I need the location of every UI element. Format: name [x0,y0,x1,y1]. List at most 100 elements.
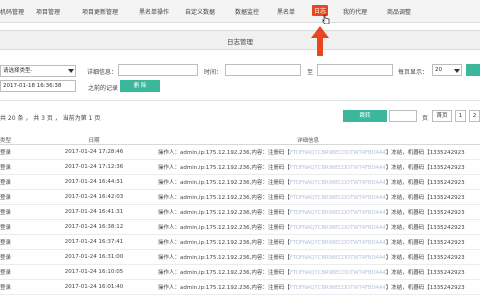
table-row[interactable]: 登录 2017-01-24 16:31:00 操作人：admin,ip:175.12… [0,249,480,265]
nav-item-machine-code[interactable]: 机码管理 [0,7,24,16]
nav-item-goods[interactable]: 商品调整 [387,7,411,16]
row-detail-blurred-code: FTDFNAQ7CBR98ECDDTWT4FBD4A4 [289,240,386,246]
row-detail: 操作人：admin,ip:175.12.192.236,内容：注册码【FTDFN… [136,174,480,190]
nav-item-blacklist-op[interactable]: 黑名单操作 [139,7,169,16]
row-detail-blurred-code: FTDFNAQ7CBR98ECDDTWT4FBD4A4 [289,210,386,216]
per-page-value: 20 [435,67,442,73]
col-header-type: 类型 [0,135,52,145]
page-1-button[interactable]: 1 [455,110,466,122]
row-detail-tail: 】冻结，机器码【1335242923 [385,270,465,276]
row-date: 2017-01-24 16:38:12 [52,219,136,235]
row-detail: 操作人：admin,ip:175.12.192.236,内容：注册码【FTDFN… [136,219,480,235]
table-row[interactable]: 登录 2017-01-24 17:12:36 操作人：admin,ip:175.12… [0,159,480,175]
table-header-row: 类型 日期 详细信息 [0,135,480,145]
row-type: 登录 [0,144,52,160]
time-end-input[interactable] [317,64,393,76]
row-detail-tail: 】冻结，机器码【1335242923 [385,210,465,216]
row-detail: 操作人：admin,ip:175.12.192.236,内容：注册码【FTDFN… [136,249,480,265]
row-detail: 操作人：admin,ip:175.12.192.236,内容：注册码【FTDFN… [136,234,480,250]
row-detail-blurred-code: FTDFNAQ7CBR98ECDDTWT4FBD4A4 [289,225,386,231]
nav-item-project[interactable]: 项目管理 [36,7,60,16]
row-detail-text: 操作人：admin,ip:175.12.192.236,内容：注册码【 [158,240,290,246]
row-detail-text: 操作人：admin,ip:175.12.192.236,内容：注册码【 [158,225,290,231]
row-type: 登录 [0,279,52,295]
nav-item-monitor[interactable]: 数据监控 [235,7,259,16]
row-detail: 操作人：admin,ip:175.12.192.236,内容：注册码【FTDFN… [136,204,480,220]
col-header-detail: 详细信息 [136,135,480,145]
row-type: 登录 [0,249,52,265]
before-records-label: 之前的记录 [88,85,119,92]
row-detail: 操作人：admin,ip:175.12.192.236,内容：注册码【FTDFN… [136,189,480,205]
table-row[interactable]: 登录 2017-01-24 16:38:12 操作人：admin,ip:175.12… [0,219,480,235]
type-select-value: 请选择类型- [3,68,33,74]
row-type: 登录 [0,219,52,235]
row-date: 2017-01-24 16:37:41 [52,234,136,250]
table-row[interactable]: 登录 2017-01-24 16:10:05 操作人：admin,ip:175.12… [0,264,480,280]
row-detail-blurred-code: FTDFNAQ7CBR98ECDDTWT4FBD4A4 [289,255,386,261]
row-date: 2017-01-24 16:10:05 [52,264,136,280]
row-type: 登录 [0,174,52,190]
row-date: 2017-01-24 16:41:31 [52,204,136,220]
row-type: 登录 [0,204,52,220]
page-jump-input[interactable] [389,110,417,122]
row-detail-tail: 】冻结，机器码【1335242923 [385,255,465,261]
nav-item-project-update[interactable]: 项目更新管理 [82,7,118,16]
detail-input[interactable] [118,64,198,76]
row-detail-tail: 】冻结，机器码【1335242923 [385,165,465,171]
nav-item-blacklist[interactable]: 黑名单 [277,7,295,16]
nav-item-my-agent[interactable]: 我的代理 [343,7,367,16]
table-row[interactable]: 登录 2017-01-24 16:44:31 操作人：admin,ip:175.12… [0,174,480,190]
detail-label: 详细信息： [87,69,118,76]
page-header: 日志管理 [0,30,480,50]
row-detail-blurred-code: FTDFNAQ7CBR98ECDDTWT4FBD4A4 [289,285,386,291]
time-label: 时间： [204,69,223,76]
row-detail-text: 操作人：admin,ip:175.12.192.236,内容：注册码【 [158,210,290,216]
row-detail: 操作人：admin,ip:175.12.192.236,内容：注册码【FTDFN… [136,159,480,175]
row-detail: 操作人：admin,ip:175.12.192.236,内容：注册码【FTDFN… [136,264,480,280]
row-detail-text: 操作人：admin,ip:175.12.192.236,内容：注册码【 [158,270,290,276]
date-value: 2017-01-18 16:36:38 [3,83,62,89]
row-type: 登录 [0,234,52,250]
table-row[interactable]: 登录 2017-01-24 16:41:31 操作人：admin,ip:175.12… [0,204,480,220]
row-detail-text: 操作人：admin,ip:175.12.192.236,内容：注册码【 [158,255,290,261]
nav-item-custom-data[interactable]: 自定义数据 [185,7,215,16]
range-separator: 至 [307,69,314,76]
table-row[interactable]: 登录 2017-01-24 17:28:46 操作人：admin,ip:175.12… [0,144,480,160]
page-2-button[interactable]: 2 [469,110,480,122]
row-detail-text: 操作人：admin,ip:175.12.192.236,内容：注册码【 [158,180,290,186]
row-detail: 操作人：admin,ip:175.12.192.236,内容：注册码【FTDFN… [136,279,480,295]
divider [0,100,480,101]
row-detail-tail: 】冻结，机器码【1335242923 [385,150,465,156]
row-detail-tail: 】冻结，机器码【1335242923 [385,195,465,201]
row-date: 2017-01-24 17:28:46 [52,144,136,160]
row-detail-blurred-code: FTDFNAQ7CBR98ECDDTWT4FBD4A4 [289,150,386,156]
row-detail-tail: 】冻结，机器码【1335242923 [385,180,465,186]
first-page-button[interactable]: 首页 [432,110,452,122]
table-body: 登录 2017-01-24 17:28:46 操作人：admin,ip:175.12… [0,144,480,295]
time-start-input[interactable] [225,64,301,76]
row-detail: 操作人：admin,ip:175.12.192.236,内容：注册码【FTDFN… [136,144,480,160]
table-row[interactable]: 登录 2017-01-24 16:42:03 操作人：admin,ip:175.12… [0,189,480,205]
row-detail-tail: 】冻结，机器码【1335242923 [385,225,465,231]
row-type: 登录 [0,264,52,280]
search-button[interactable] [466,64,480,76]
row-detail-tail: 】冻结，机器码【1335242923 [385,240,465,246]
row-type: 登录 [0,189,52,205]
date-input[interactable]: 2017-01-18 16:36:38 [0,80,76,92]
hand-pointer-icon [322,14,330,24]
row-detail-text: 操作人：admin,ip:175.12.192.236,内容：注册码【 [158,195,290,201]
table-row[interactable]: 登录 2017-01-24 16:37:41 操作人：admin,ip:175.12… [0,234,480,250]
table-row[interactable]: 登录 2017-01-24 16:01:40 操作人：admin,ip:175.12… [0,279,480,295]
row-detail-text: 操作人：admin,ip:175.12.192.236,内容：注册码【 [158,165,290,171]
row-detail-text: 操作人：admin,ip:175.12.192.236,内容：注册码【 [158,285,290,291]
row-date: 2017-01-24 16:44:31 [52,174,136,190]
jump-button[interactable]: 跳转 [343,110,387,122]
row-detail-tail: 】冻结，机器码【1335242923 [385,285,465,291]
delete-button[interactable]: 删 除 [120,80,160,92]
row-date: 2017-01-24 17:12:36 [52,159,136,175]
row-detail-text: 操作人：admin,ip:175.12.192.236,内容：注册码【 [158,150,290,156]
top-nav: 机码管理 项目管理 项目更新管理 黑名单操作 自定义数据 数据监控 黑名单 日志… [0,0,480,23]
row-detail-blurred-code: FTDFNAQ7CBR98ECDDTWT4FBD4A4 [289,165,386,171]
type-select[interactable]: 请选择类型- [0,65,76,77]
up-arrow-icon [311,26,329,56]
